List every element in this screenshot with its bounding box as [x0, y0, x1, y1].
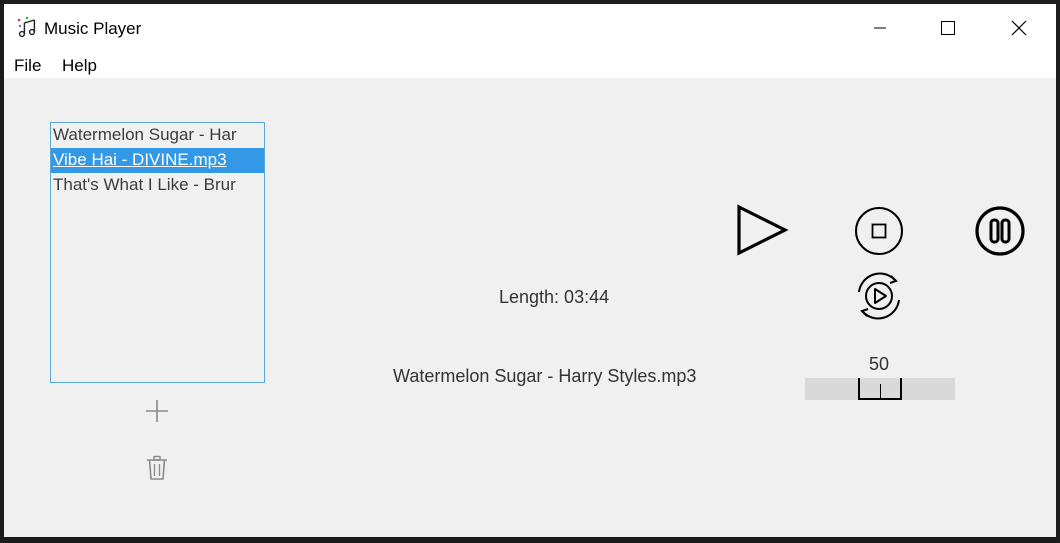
play-button[interactable]: [734, 204, 790, 256]
volume-value-label: 50: [869, 354, 890, 374]
replay-button[interactable]: [853, 270, 905, 322]
menu-file[interactable]: File: [14, 56, 41, 76]
minimize-icon: [874, 27, 886, 29]
track-length-label: Length: 03:44: [499, 287, 610, 307]
stop-icon: [855, 207, 903, 255]
pause-button[interactable]: [973, 204, 1027, 258]
maximize-button[interactable]: [925, 4, 971, 52]
close-button[interactable]: [996, 4, 1042, 52]
title-bar[interactable]: Music Player: [4, 4, 1056, 52]
playlist-item-selected[interactable]: Vibe Hai - DIVINE.mp3: [51, 148, 264, 173]
trash-icon: [147, 455, 167, 480]
music-player-window: Music Player File Help Watermelon Sugar …: [4, 4, 1056, 537]
pause-icon: [975, 206, 1025, 256]
playlist-listbox[interactable]: Watermelon Sugar - Har Vibe Hai - DIVINE…: [50, 122, 265, 383]
add-track-button[interactable]: [143, 397, 171, 425]
playlist-item[interactable]: That's What I Like - Brur: [51, 173, 264, 198]
maximize-icon: [941, 21, 955, 35]
volume-slider[interactable]: [805, 378, 955, 400]
playlist-item[interactable]: Watermelon Sugar - Har: [51, 123, 264, 148]
music-notes-icon: [17, 16, 36, 38]
play-icon: [737, 204, 789, 256]
replay-icon: [858, 272, 900, 320]
menu-help[interactable]: Help: [62, 56, 97, 76]
volume-slider-thumb[interactable]: [858, 378, 902, 400]
plus-icon: [146, 400, 168, 422]
close-icon: [1011, 20, 1027, 36]
delete-track-button[interactable]: [143, 454, 171, 482]
stop-button[interactable]: [853, 205, 905, 257]
menu-bar: File Help: [4, 52, 1056, 78]
window-title: Music Player: [44, 19, 142, 38]
minimize-button[interactable]: [857, 4, 903, 52]
now-playing-label: Watermelon Sugar - Harry Styles.mp3: [393, 366, 697, 386]
